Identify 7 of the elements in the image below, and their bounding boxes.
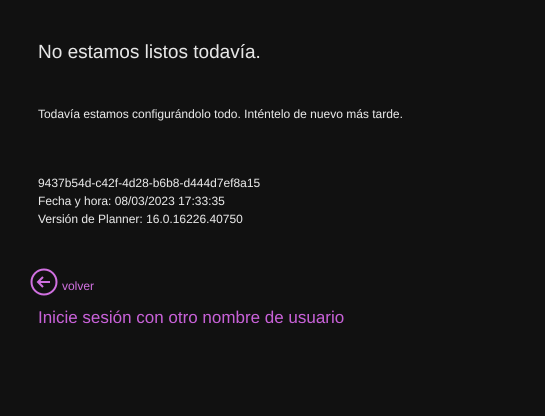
detail-line: Versión de Planner: 16.0.16226.40750	[38, 211, 244, 228]
detail-line: 9437b54d-c42f-4d28-b6b8-d444d7ef8a15	[38, 175, 260, 192]
sign-in-link[interactable]: Inicie sesión con otro nombre de usuario	[38, 306, 344, 330]
back-link[interactable]: volver	[30, 268, 94, 296]
detail-line: Fecha y hora: 08/03/2023 17:33:35	[38, 193, 226, 210]
message-text: Todavía estamos configurándolo todo. Inténtelo de nuevo más tarde.	[38, 106, 403, 122]
page-title: No estamos listos todavía.	[38, 41, 261, 65]
